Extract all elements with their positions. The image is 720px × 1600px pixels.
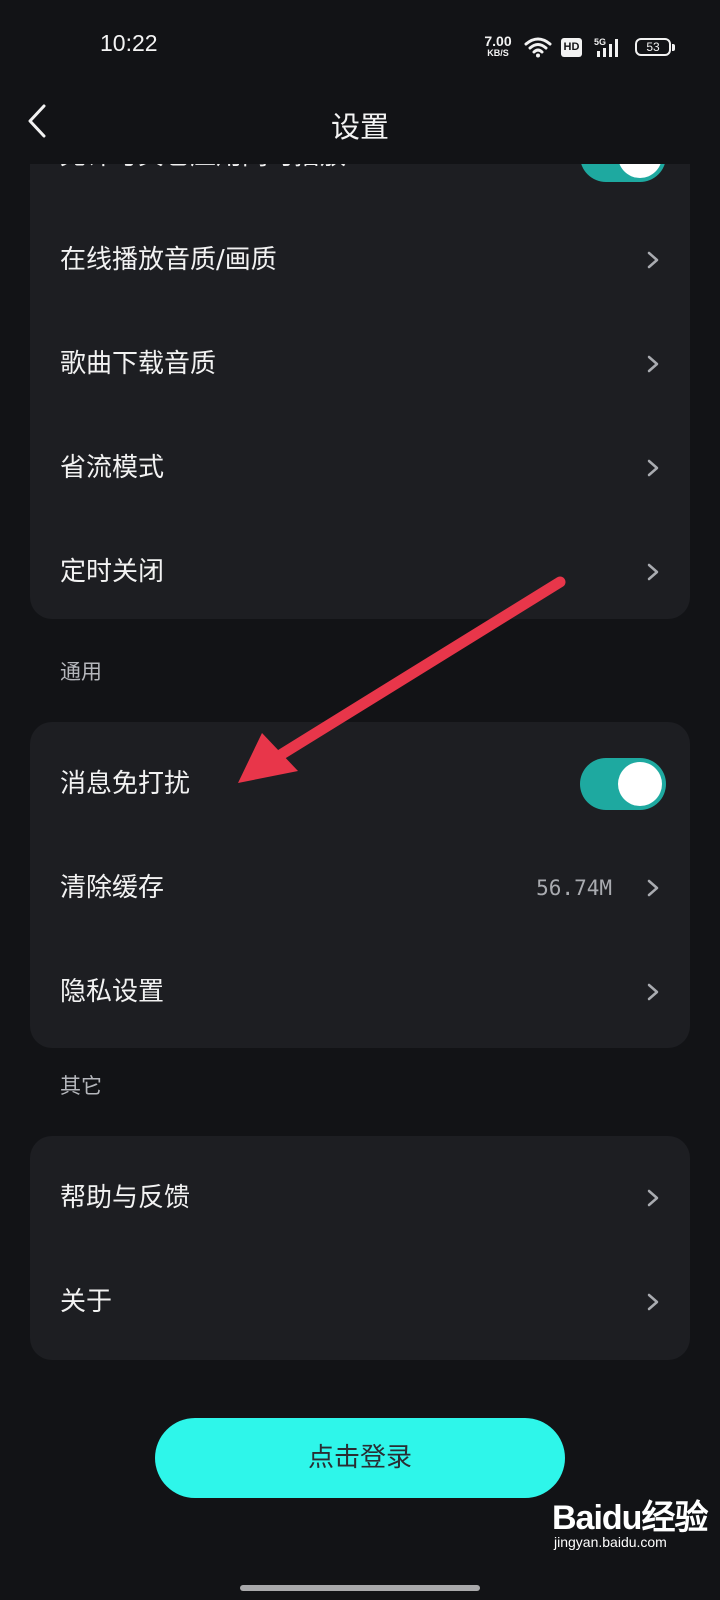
setting-label: 消息免打扰 — [60, 769, 191, 799]
chevron-right-icon — [647, 879, 659, 897]
watermark-url: jingyan.baidu.com — [554, 1534, 667, 1550]
settings-scroll-area[interactable]: 允许与其它应用同时播放 在线播放音质/画质 歌曲下载音质 省流模式 定时关闭 通… — [0, 164, 720, 1600]
setting-row-download-quality[interactable]: 歌曲下载音质 — [30, 312, 690, 416]
toggle-knob — [618, 762, 662, 806]
cell-signal-icon: 5G — [594, 36, 624, 64]
network-speed-unit: KB/S — [487, 48, 509, 58]
chevron-right-icon — [647, 355, 659, 373]
setting-label: 清除缓存 — [60, 873, 165, 903]
page-title: 设置 — [330, 110, 389, 144]
chevron-right-icon — [647, 563, 659, 581]
section-label-general: 通用 — [60, 660, 102, 684]
status-bar: 10:22 7.00 KB/S HD 5G 53 — [0, 0, 720, 96]
do-not-disturb-toggle[interactable] — [580, 758, 666, 810]
login-button[interactable]: 点击登录 — [155, 1418, 565, 1498]
chevron-right-icon — [647, 983, 659, 1001]
section-label-other: 其它 — [60, 1074, 102, 1098]
setting-row-background-play[interactable]: 允许与其它应用同时播放 — [30, 164, 690, 208]
network-speed: 7.00 KB/S — [478, 34, 518, 58]
setting-row-help-feedback[interactable]: 帮助与反馈 — [30, 1146, 690, 1250]
general-settings-card: 消息免打扰 清除缓存 56.74M 隐私设置 — [30, 722, 690, 1048]
svg-text:5G: 5G — [594, 37, 606, 47]
setting-label: 在线播放音质/画质 — [60, 245, 277, 275]
setting-label: 隐私设置 — [60, 977, 165, 1007]
setting-row-data-saver[interactable]: 省流模式 — [30, 416, 690, 520]
nav-bar: 设置 — [0, 96, 720, 166]
cache-size-value: 56.74M — [536, 876, 612, 900]
other-settings-card: 帮助与反馈 关于 — [30, 1136, 690, 1360]
setting-row-clear-cache[interactable]: 清除缓存 56.74M — [30, 836, 690, 940]
network-speed-value: 7.00 — [484, 33, 512, 49]
battery-icon: 53 — [635, 38, 675, 56]
baidu-jingyan-watermark: Baidu经验 jingyan.baidu.com — [550, 1490, 710, 1570]
setting-label: 歌曲下载音质 — [60, 349, 217, 379]
setting-label: 允许与其它应用同时播放 — [60, 164, 346, 208]
home-indicator[interactable] — [240, 1585, 480, 1591]
hd-badge: HD — [561, 38, 582, 57]
toggle-knob — [618, 164, 662, 178]
setting-row-sleep-timer[interactable]: 定时关闭 — [30, 520, 690, 624]
chevron-right-icon — [647, 459, 659, 477]
chevron-right-icon — [647, 1293, 659, 1311]
setting-label: 定时关闭 — [60, 557, 165, 587]
watermark-brand: Baidu经验 — [552, 1499, 708, 1537]
setting-row-do-not-disturb[interactable]: 消息免打扰 — [30, 732, 690, 836]
chevron-right-icon — [647, 251, 659, 269]
background-play-toggle[interactable] — [580, 164, 666, 182]
setting-row-privacy[interactable]: 隐私设置 — [30, 940, 690, 1044]
setting-row-about[interactable]: 关于 — [30, 1250, 690, 1354]
wifi-icon — [524, 36, 552, 62]
setting-label: 关于 — [60, 1287, 113, 1317]
setting-row-stream-quality[interactable]: 在线播放音质/画质 — [30, 208, 690, 312]
status-time: 10:22 — [100, 30, 158, 56]
setting-label: 省流模式 — [60, 453, 165, 483]
chevron-right-icon — [647, 1189, 659, 1207]
playback-settings-card: 允许与其它应用同时播放 在线播放音质/画质 歌曲下载音质 省流模式 定时关闭 — [30, 164, 690, 619]
setting-label: 帮助与反馈 — [60, 1183, 191, 1213]
